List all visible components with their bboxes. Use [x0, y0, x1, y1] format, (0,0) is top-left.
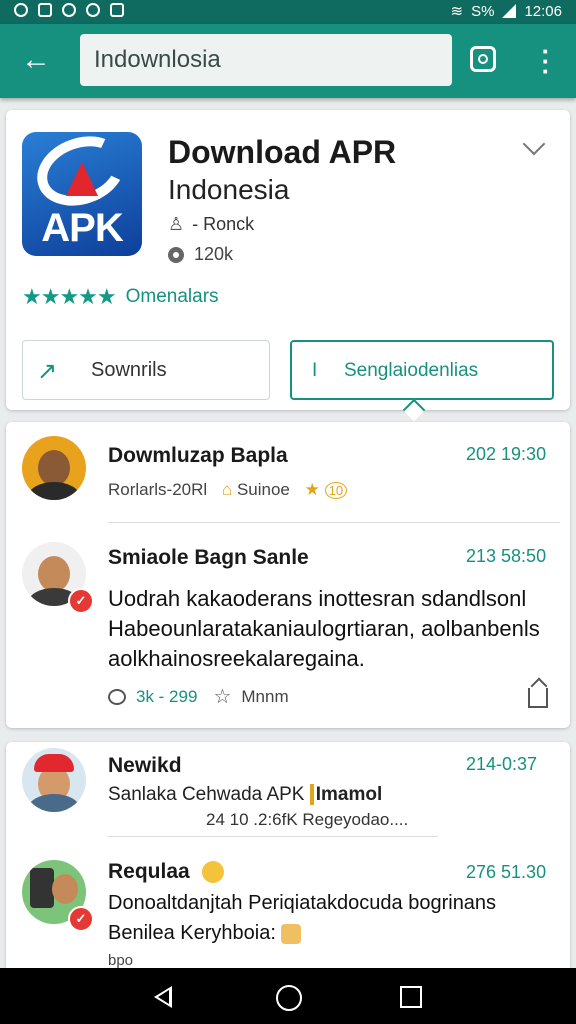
comment-author[interactable]: Newikd: [108, 754, 182, 778]
cap: [34, 754, 74, 772]
star-rating-icon: ★★★★★: [22, 284, 117, 309]
status-bar: ≋ S% 12:06: [0, 0, 576, 24]
gallery-icon: [38, 3, 52, 17]
signal-icon: [502, 4, 517, 18]
comment-text: Sanlaka Cehwada APK: [108, 784, 305, 805]
phone-image: [30, 868, 54, 908]
system-nav-bar: [0, 968, 576, 1024]
star-icon: ★: [304, 480, 320, 499]
avatar[interactable]: [22, 748, 86, 812]
comment-author[interactable]: Smiaole Bagn Sanle: [108, 546, 309, 570]
button-pointer: [402, 398, 426, 422]
app-title: Download APR: [168, 134, 397, 170]
camera-icon[interactable]: [470, 46, 496, 72]
message-icon: [110, 3, 124, 17]
search-input[interactable]: Indownlosia: [80, 34, 452, 86]
notification-icons: [14, 3, 124, 17]
developer-row: ♙ - Ronck: [168, 214, 254, 235]
app-toolbar: ← Indownlosia · · ·: [0, 24, 576, 98]
developer-name: - Ronck: [192, 214, 255, 234]
comment-author[interactable]: Dowmluzap Bapla: [108, 444, 288, 468]
comment-line: Donoaltdanjtah Periqiatakdocuda bogrinan…: [108, 892, 497, 914]
cursor-icon: I: [312, 360, 318, 381]
sync-icon: [14, 3, 28, 17]
comment-line: Habeounlaratakaniaulogrtiaran, aolbanben…: [108, 616, 540, 641]
comment-meta-mid: Suinoe: [236, 480, 290, 499]
comment-line: Benilea Keryhboia:: [108, 918, 560, 948]
comment-line-text: Benilea Keryhboia:: [108, 922, 276, 944]
like-icon[interactable]: ☆: [213, 684, 231, 709]
app-logo-text: APK: [41, 206, 123, 250]
verified-icon: ✓: [68, 588, 94, 614]
comment-time: 276 51.30: [466, 862, 547, 882]
share-icon[interactable]: [528, 688, 548, 708]
install-button-label: Senglaiodenlias: [344, 360, 479, 381]
comment-meta-left: Rorlarls-20Rl: [108, 480, 208, 499]
comment-bubble-icon[interactable]: [108, 688, 126, 705]
app-notification-icon: [86, 3, 100, 17]
comment-time: 213 58:50: [466, 546, 547, 566]
nav-recents-icon[interactable]: [400, 986, 422, 1008]
thumb-icon: ♙: [168, 214, 185, 234]
download-size-icon: [168, 246, 184, 263]
nav-home-icon[interactable]: [276, 985, 302, 1011]
comment-subline: 24 10 .2:6fK Regeyodao....: [206, 810, 409, 829]
comments-card: Dowmluzap Bapla 202 19:30 Rorlarls-20Rl …: [6, 422, 570, 728]
avatar[interactable]: [22, 436, 86, 500]
nav-back-icon[interactable]: [154, 986, 172, 1008]
divider: [108, 836, 438, 837]
record-icon: [62, 3, 76, 17]
comment-tag: Imamol: [309, 784, 383, 805]
comment-body: Donoaltdanjtah Periqiatakdocuda bogrinan…: [108, 888, 560, 948]
chevron-down-icon[interactable]: [522, 132, 546, 156]
comment-time: 214-0:37: [466, 754, 538, 774]
more-options-icon[interactable]: · · ·: [536, 38, 556, 84]
comment-line: Uodrah kakaoderans inottesran sdandlsonl: [108, 586, 527, 611]
rating-text[interactable]: Omenalars: [126, 286, 219, 308]
app-subtitle: Indonesia: [168, 174, 290, 205]
battery-text: S%: [471, 2, 495, 20]
wifi-icon: ≋: [450, 3, 464, 20]
comment-line: Sanlaka Cehwada APK Imamol: [108, 784, 383, 806]
install-button[interactable]: I Senglaiodenlias: [290, 340, 554, 400]
comment-author-name: Requlaa: [108, 860, 190, 883]
back-arrow-icon[interactable]: ←: [18, 42, 54, 78]
comment-author[interactable]: Requlaa: [108, 860, 224, 884]
emoji-icon: [201, 861, 224, 884]
comment-actions: 3k - 299 ☆ Mnnm: [108, 684, 289, 709]
comments-card-2: Newikd 214-0:37 Sanlaka Cehwada APK Imam…: [6, 742, 570, 974]
rating-row: ★★★★★ Omenalars: [22, 284, 219, 310]
divider: [108, 522, 560, 523]
app-info-card: APK Download APR Indonesia ♙ - Ronck 120…: [6, 110, 570, 422]
reaction-count: 3k - 299: [136, 686, 198, 706]
app-logo: APK: [22, 132, 142, 256]
arrow-icon: ↗: [37, 358, 58, 385]
comment-time: 202 19:30: [466, 444, 547, 464]
comment-line: aolkhainosreekalaregaina.: [108, 646, 365, 671]
level-badge: 10: [324, 482, 348, 499]
comment-body: Uodrah kakaoderans inottesran sdandlsonl…: [108, 584, 548, 674]
emoji-icon: [281, 923, 302, 944]
badge-icon: ⌂: [221, 480, 233, 499]
clock: 12:06: [524, 2, 562, 20]
shares-count: Mnnm: [241, 686, 289, 706]
comment-truncated: bpo: [108, 952, 134, 969]
downloads-button-label: Sownrils: [91, 359, 167, 381]
verified-icon: ✓: [68, 906, 94, 932]
size-row: 120k: [168, 244, 233, 265]
comment-meta: Rorlarls-20Rl ⌂ Suinoe ★ 10: [108, 480, 348, 500]
downloads-button[interactable]: ↗ Sownrils: [22, 340, 270, 400]
app-size: 120k: [194, 244, 234, 264]
